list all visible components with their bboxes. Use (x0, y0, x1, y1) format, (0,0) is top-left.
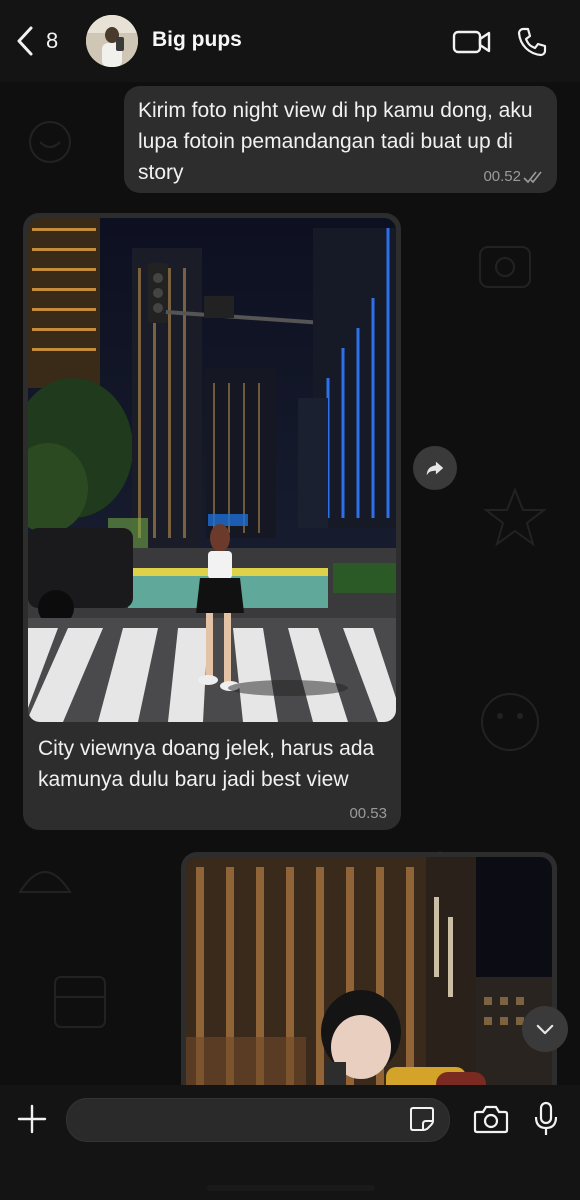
phone-icon[interactable] (516, 26, 548, 58)
camera-icon[interactable] (473, 1104, 509, 1134)
message-bubble-outgoing[interactable]: Kirim foto night view di hp kamu dong, a… (124, 86, 557, 193)
chat-header: 8 Big pups (0, 0, 580, 82)
unread-count: 8 (46, 28, 59, 53)
message-bubble-outgoing[interactable] (181, 852, 557, 1102)
message-time: 00.52 (483, 168, 521, 185)
chevron-down-icon (536, 1024, 554, 1034)
back-button[interactable]: 8 (14, 24, 58, 58)
plus-icon[interactable] (16, 1103, 48, 1135)
doodle-icon (483, 487, 547, 547)
chat-title[interactable]: Big pups (152, 28, 242, 52)
doodle-icon (481, 693, 539, 751)
message-caption: City viewnya doang jelek, harus ada kamu… (38, 737, 375, 791)
video-call-icon[interactable] (452, 28, 492, 56)
chevron-left-icon (17, 26, 33, 56)
scroll-to-bottom-button[interactable] (522, 1006, 568, 1052)
message-composer (0, 1085, 580, 1200)
message-input[interactable] (66, 1098, 450, 1142)
share-arrow-icon (426, 461, 444, 476)
forward-button[interactable] (413, 446, 457, 490)
doodle-icon (29, 121, 71, 163)
message-bubble-incoming[interactable]: City viewnya doang jelek, harus ada kamu… (23, 213, 401, 830)
doodle-icon (18, 871, 72, 893)
sticker-icon[interactable] (408, 1105, 436, 1133)
doodle-icon (479, 246, 531, 288)
message-photo[interactable] (28, 218, 396, 722)
message-photo[interactable] (186, 857, 552, 1102)
doodle-icon (54, 976, 106, 1028)
home-indicator (207, 1185, 375, 1191)
microphone-icon[interactable] (533, 1101, 559, 1137)
message-time: 00.53 (349, 805, 387, 822)
double-check-icon (523, 171, 542, 184)
avatar[interactable] (86, 15, 138, 67)
